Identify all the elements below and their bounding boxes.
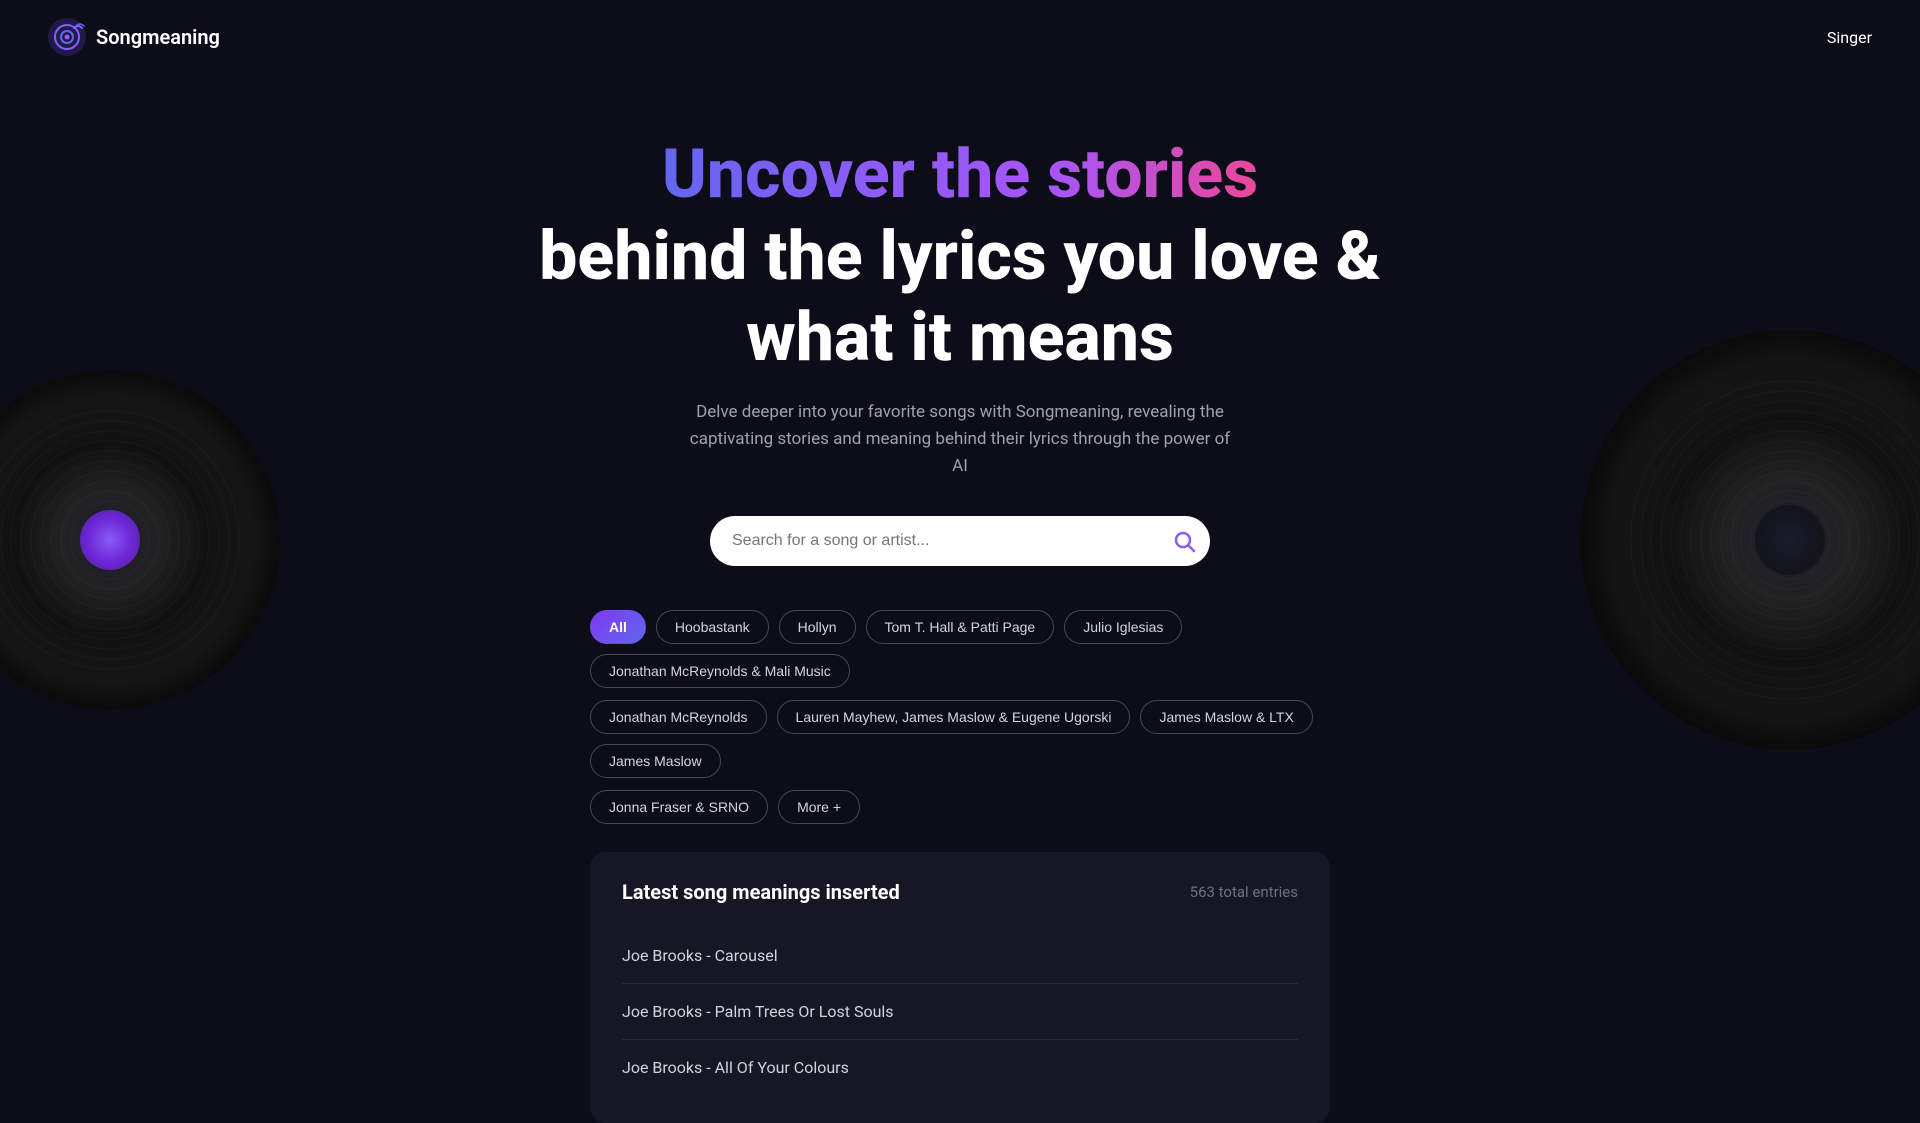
filter-jonna[interactable]: Jonna Fraser & SRNO [590,790,768,824]
song-list-header: Latest song meanings inserted 563 total … [622,880,1298,904]
filter-julio[interactable]: Julio Iglesias [1064,610,1182,644]
filter-row-2: Jonathan McReynolds Lauren Mayhew, James… [590,700,1330,778]
filter-hollyn[interactable]: Hollyn [779,610,856,644]
filter-james[interactable]: James Maslow [590,744,721,778]
song-entry-1[interactable]: Joe Brooks - Carousel [622,928,1298,984]
search-bar-container [710,516,1210,566]
filter-row-3: Jonna Fraser & SRNO More + [590,790,860,824]
song-list-section: Latest song meanings inserted 563 total … [590,852,1330,1123]
nav-singer-link[interactable]: Singer [1827,28,1872,47]
search-input[interactable] [710,516,1210,566]
logo-text: Songmeaning [96,25,220,49]
filter-jonathan[interactable]: Jonathan McReynolds [590,700,767,734]
filter-tom-hall[interactable]: Tom T. Hall & Patti Page [866,610,1055,644]
hero-headline-gradient: Uncover the stories [662,134,1258,216]
song-entry-2[interactable]: Joe Brooks - Palm Trees Or Lost Souls [622,984,1298,1040]
logo-icon [48,18,86,56]
filter-all[interactable]: All [590,610,646,644]
filter-james-ltx[interactable]: James Maslow & LTX [1140,700,1312,734]
search-icon [1172,529,1196,553]
filter-lauren[interactable]: Lauren Mayhew, James Maslow & Eugene Ugo… [777,700,1131,734]
filter-section: All Hoobastank Hollyn Tom T. Hall & Patt… [590,610,1330,824]
total-entries: 563 total entries [1190,883,1298,901]
navbar: Songmeaning Singer [0,0,1920,74]
hero-subheadline: Delve deeper into your favorite songs wi… [680,399,1240,481]
search-button[interactable] [1172,529,1196,553]
hero-headline-white: behind the lyrics you love & what it mea… [539,216,1381,379]
filter-more[interactable]: More + [778,790,860,824]
main-content: Uncover the stories behind the lyrics yo… [0,74,1920,1123]
logo[interactable]: Songmeaning [48,18,220,56]
song-entry-3[interactable]: Joe Brooks - All Of Your Colours [622,1040,1298,1095]
filter-hoobastank[interactable]: Hoobastank [656,610,769,644]
filter-row-1: All Hoobastank Hollyn Tom T. Hall & Patt… [590,610,1330,688]
filter-jonathan-mali[interactable]: Jonathan McReynolds & Mali Music [590,654,850,688]
song-list-title: Latest song meanings inserted [622,880,900,904]
